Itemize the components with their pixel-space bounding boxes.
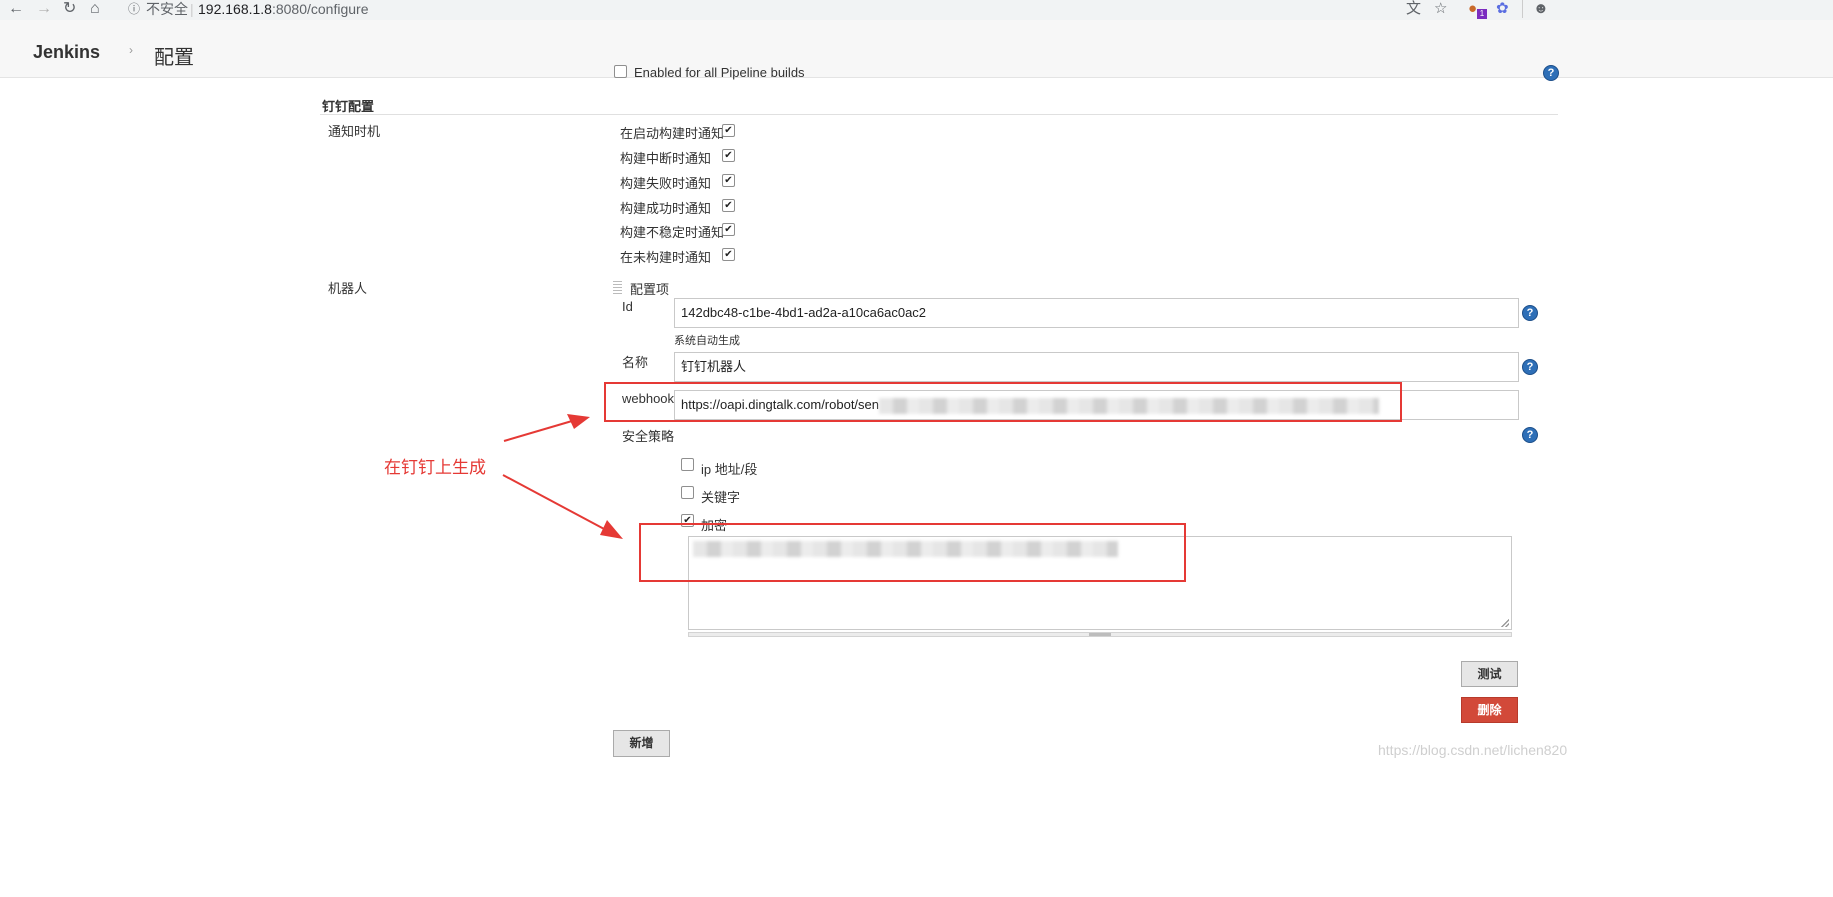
- notify-option-label: 构建失败时通知: [620, 176, 712, 191]
- address-bar[interactable]: ⓘ 不安全 | 192.168.1.8:8080/configure: [128, 0, 1590, 19]
- help-icon[interactable]: ?: [1522, 359, 1538, 375]
- extension-icon[interactable]: ●: [1468, 0, 1477, 20]
- notify-option-label: 构建中断时通知: [620, 151, 712, 166]
- robot-label: 机器人: [328, 281, 368, 296]
- keyword-checkbox[interactable]: [681, 486, 694, 499]
- reload-icon[interactable]: ↻: [63, 0, 76, 20]
- drag-handle-icon[interactable]: [613, 281, 622, 294]
- notify-option-label: 在未构建时通知: [620, 250, 712, 265]
- translate-icon[interactable]: 文: [1406, 0, 1421, 20]
- browser-toolbar: ← → ↻ ⌂ ⓘ 不安全 | 192.168.1.8:8080/configu…: [0, 0, 1833, 21]
- security-policy-label: 安全策略: [622, 429, 675, 444]
- pipeline-enabled-label: Enabled for all Pipeline builds: [634, 65, 805, 80]
- notify-start-checkbox[interactable]: ✔: [722, 124, 735, 137]
- notify-failure-checkbox[interactable]: ✔: [722, 174, 735, 187]
- add-button[interactable]: 新增: [613, 730, 670, 757]
- section-title: 钉钉配置: [322, 99, 375, 114]
- help-icon[interactable]: ?: [1543, 65, 1559, 81]
- bookmark-star-icon[interactable]: ☆: [1434, 0, 1447, 20]
- back-icon[interactable]: ←: [8, 0, 24, 20]
- jenkins-logo[interactable]: Jenkins: [33, 42, 100, 63]
- delete-button[interactable]: 删除: [1461, 697, 1518, 723]
- annotation-text: 在钉钉上生成: [384, 458, 486, 477]
- splitter-grip: [1089, 633, 1111, 636]
- toolbar-divider: [1522, 0, 1523, 18]
- notify-success-checkbox[interactable]: ✔: [722, 199, 735, 212]
- ip-option-label: ip 地址/段: [701, 462, 758, 477]
- watermark-text: https://blog.csdn.net/lichen820: [1378, 742, 1568, 758]
- breadcrumb-separator-icon: ›: [129, 43, 133, 57]
- notify-option-label: 在启动构建时通知: [620, 126, 725, 141]
- annotation-box-webhook: [604, 382, 1402, 422]
- notify-not-built-checkbox[interactable]: ✔: [722, 248, 735, 261]
- extension-badge: 1: [1477, 9, 1487, 19]
- arrow-head-webhook: [567, 414, 590, 429]
- url-text: 192.168.1.8:8080/configure: [198, 1, 369, 17]
- breadcrumb-configure[interactable]: 配置: [154, 41, 194, 70]
- notify-unstable-checkbox[interactable]: ✔: [722, 223, 735, 236]
- notify-timing-label: 通知时机: [328, 124, 381, 139]
- info-icon[interactable]: ⓘ: [128, 0, 140, 18]
- name-input[interactable]: 钉钉机器人: [674, 352, 1519, 382]
- forward-icon[interactable]: →: [36, 0, 52, 20]
- notify-option-label: 构建成功时通知: [620, 201, 712, 216]
- section-divider: [320, 114, 1558, 115]
- config-item-label: 配置项: [630, 282, 670, 297]
- textarea-splitter[interactable]: [688, 632, 1512, 637]
- id-input[interactable]: 142dbc48-c1be-4bd1-ad2a-a10ca6ac0ac2: [674, 298, 1519, 328]
- arrow-line-secret: [502, 474, 607, 531]
- annotation-box-secret: [639, 523, 1186, 582]
- security-label: 不安全: [146, 1, 188, 17]
- bird-extension-icon[interactable]: ✿: [1496, 0, 1509, 20]
- name-label: 名称: [622, 355, 649, 370]
- annotation-arrows: [502, 414, 623, 539]
- resize-grip-icon[interactable]: [1501, 619, 1509, 627]
- profile-icon[interactable]: ☻: [1533, 0, 1549, 20]
- test-button[interactable]: 测试: [1461, 661, 1518, 687]
- arrow-head-secret: [600, 520, 623, 539]
- pipeline-enabled-checkbox[interactable]: [614, 65, 627, 78]
- home-icon[interactable]: ⌂: [90, 0, 100, 20]
- arrow-line-webhook: [503, 420, 573, 442]
- notify-abort-checkbox[interactable]: ✔: [722, 149, 735, 162]
- help-icon[interactable]: ?: [1522, 305, 1538, 321]
- id-hint: 系统自动生成: [674, 335, 740, 347]
- notify-option-label: 构建不稳定时通知: [620, 225, 725, 240]
- help-icon[interactable]: ?: [1522, 427, 1538, 443]
- id-label: Id: [622, 299, 633, 314]
- ip-checkbox[interactable]: [681, 458, 694, 471]
- keyword-option-label: 关键字: [701, 490, 741, 505]
- address-divider: |: [190, 1, 194, 17]
